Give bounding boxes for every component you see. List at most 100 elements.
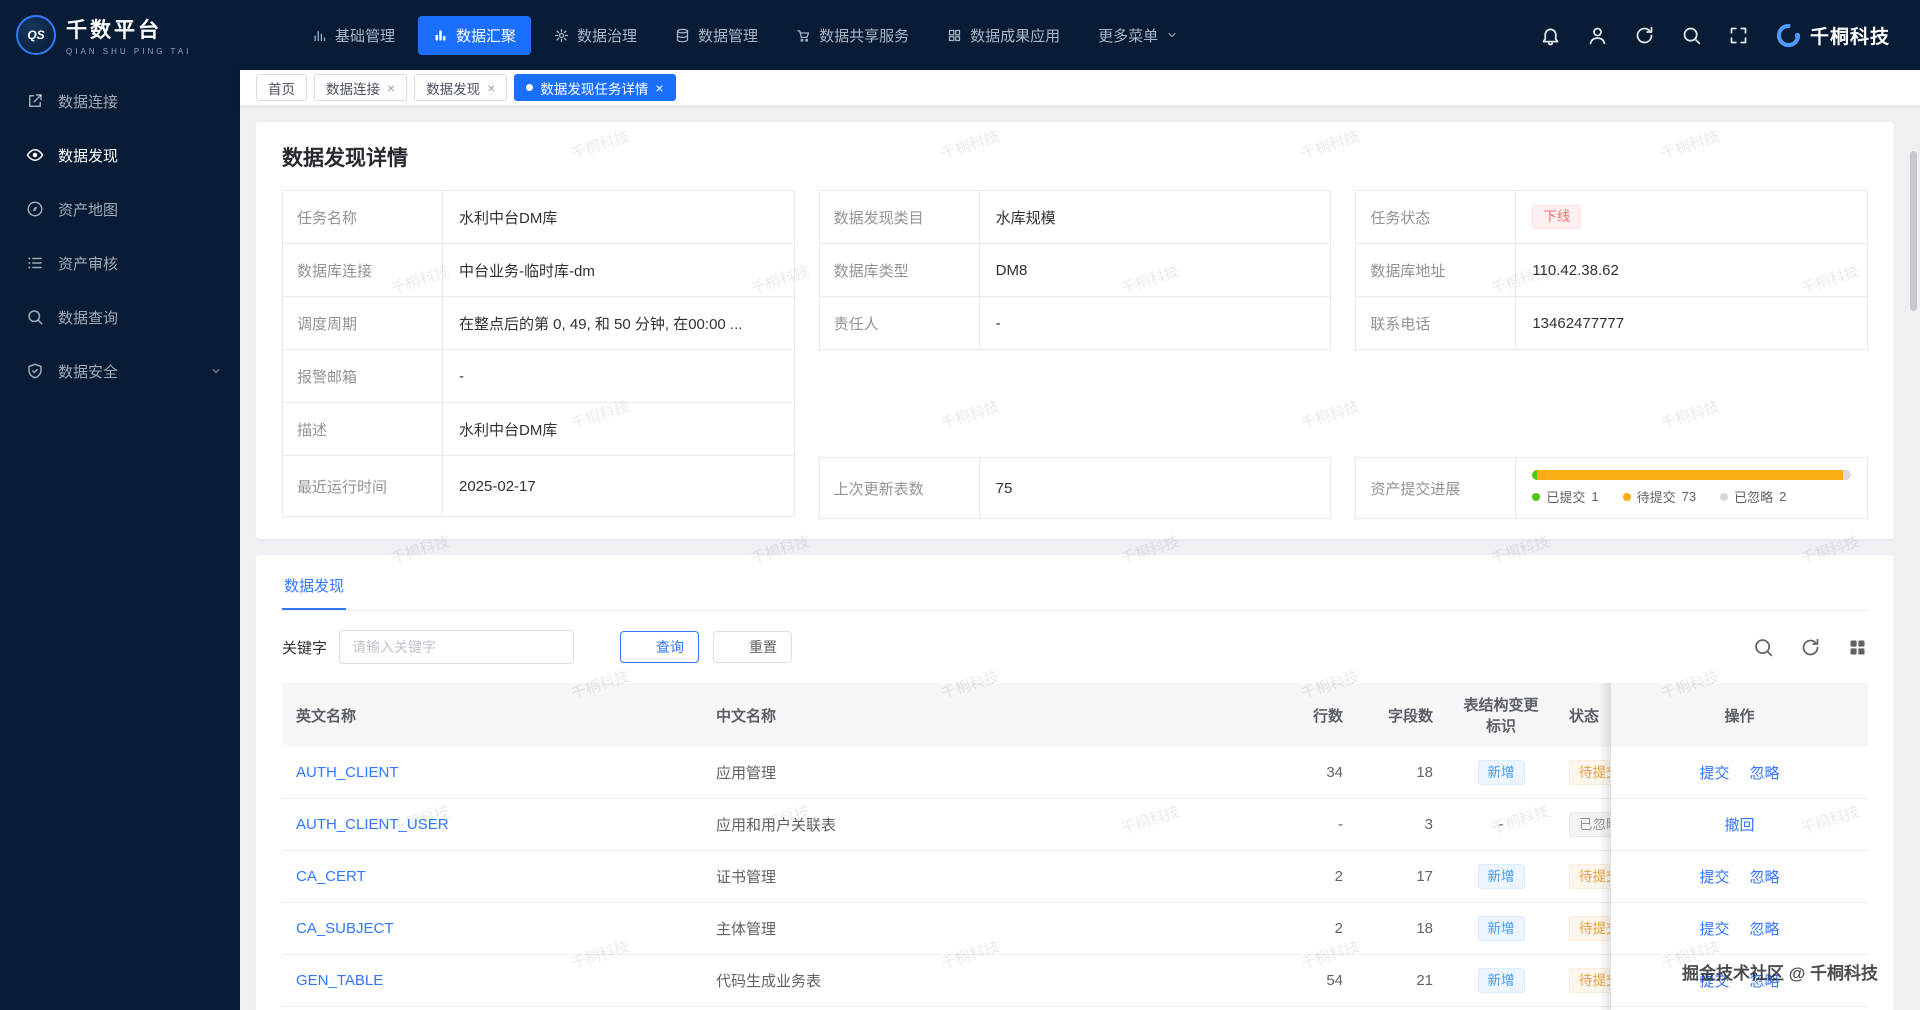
close-icon[interactable]: ×: [487, 81, 495, 95]
nav-item-0[interactable]: 基础管理: [297, 16, 410, 55]
nav-item-3[interactable]: 数据管理: [660, 16, 773, 55]
nav-item-label: 基础管理: [335, 25, 395, 46]
cart-icon: [796, 28, 811, 43]
action-link[interactable]: 提交: [1699, 869, 1729, 886]
search-circle-icon[interactable]: [1753, 637, 1774, 658]
action-link[interactable]: 提交: [1699, 765, 1729, 782]
field-value: 水库规模: [996, 207, 1056, 228]
nav-item-1[interactable]: 数据汇聚: [418, 16, 531, 55]
change-tag: 新增: [1478, 968, 1525, 993]
discovery-details-card: 数据发现详情 任务名称水利中台DM库数据库连接中台业务-临时库-dm调度周期在整…: [256, 122, 1894, 539]
field-label: 责任人: [820, 297, 980, 349]
field-label: 调度周期: [283, 297, 443, 349]
app-logo: QS 千数平台 QIAN SHU PING TAI: [0, 0, 240, 70]
change-cell: 新增: [1447, 968, 1555, 993]
page-title: 数据发现详情: [282, 142, 1868, 172]
query-button[interactable]: 查询: [620, 631, 699, 663]
open-tab-2[interactable]: 数据发现 ×: [414, 74, 507, 101]
field-value: 在整点后的第 0, 49, 和 50 分钟, 在00:00 ...: [459, 313, 742, 334]
refresh-icon[interactable]: [1800, 637, 1821, 658]
collapse-sidebar-icon[interactable]: [260, 25, 281, 46]
row-count-cell: 54: [1247, 972, 1357, 989]
field-value: -: [459, 368, 464, 385]
nav-item-5[interactable]: 数据成果应用: [932, 16, 1075, 55]
table-name-link[interactable]: AUTH_CLIENT_USER: [296, 816, 449, 833]
detail-field: 任务状态下线: [1355, 190, 1868, 244]
legend-item: 已忽略2: [1720, 487, 1786, 506]
close-icon[interactable]: ×: [655, 81, 663, 95]
app-title: 千数平台: [66, 14, 191, 44]
open-tab-1[interactable]: 数据连接 ×: [314, 74, 407, 101]
detail-field: 描述水利中台DM库: [282, 402, 795, 456]
change-cell: -: [1447, 816, 1555, 833]
action-link[interactable]: 撤回: [1724, 817, 1754, 834]
col-header-status: 状态: [1555, 705, 1611, 726]
sidebar-item-label: 资产地图: [58, 199, 118, 220]
field-count-cell: 17: [1357, 868, 1447, 885]
action-link[interactable]: 忽略: [1750, 973, 1780, 990]
field-count-cell: 21: [1357, 972, 1447, 989]
table-name-link[interactable]: CA_CERT: [296, 868, 366, 885]
table-row-3: CA_SUBJECT主体管理218新增待提交提交忽略: [282, 903, 1868, 955]
cn-name-cell: 代码生成业务表: [702, 970, 1247, 991]
tab-data-discovery[interactable]: 数据发现: [282, 575, 346, 610]
sidebar-item-5[interactable]: 数据安全: [0, 344, 240, 398]
keyword-input[interactable]: [339, 630, 574, 664]
grid-view-icon[interactable]: [1847, 637, 1868, 658]
table-name-link[interactable]: GEN_TABLE: [296, 972, 383, 989]
table-name-link[interactable]: CA_SUBJECT: [296, 920, 394, 937]
cn-name-cell: 证书管理: [702, 866, 1247, 887]
shield-icon: [26, 362, 44, 380]
col-header-cn: 中文名称: [702, 705, 1247, 726]
table-row-1: AUTH_CLIENT_USER应用和用户关联表-3-已忽略撤回: [282, 799, 1868, 851]
change-tag: 新增: [1478, 916, 1525, 941]
bell-icon[interactable]: [1540, 25, 1561, 46]
action-link[interactable]: 忽略: [1750, 869, 1780, 886]
sidebar-item-2[interactable]: 资产地图: [0, 182, 240, 236]
nav-item-label: 数据汇聚: [456, 25, 516, 46]
action-link[interactable]: 忽略: [1750, 921, 1780, 938]
action-link[interactable]: 忽略: [1750, 765, 1780, 782]
col-header-en: 英文名称: [282, 705, 702, 726]
action-cell: 提交 忽略: [1611, 866, 1868, 887]
row-count-cell: 34: [1247, 764, 1357, 781]
sidebar-item-3[interactable]: 资产审核: [0, 236, 240, 290]
table-body: AUTH_CLIENT应用管理3418新增待提交提交忽略AUTH_CLIENT_…: [282, 747, 1868, 1007]
top-nav-actions: 千桐科技: [1540, 22, 1920, 49]
nav-item-4[interactable]: 数据共享服务: [781, 16, 924, 55]
field-label: 数据发现类目: [820, 191, 980, 243]
tab-label: 数据连接: [326, 78, 380, 98]
nav-item-2[interactable]: 数据治理: [539, 16, 652, 55]
reset-button[interactable]: 重置: [713, 631, 792, 663]
search-icon[interactable]: [1681, 25, 1702, 46]
status-tag: 待提交: [1569, 916, 1611, 941]
open-tab-3[interactable]: 数据发现任务详情×: [514, 74, 675, 101]
top-navbar: 基础管理 数据汇聚 数据治理 数据管理 数据共享服务 数据成果应用更多菜单 千桐科技: [240, 0, 1920, 70]
field-label: 资产提交进展: [1356, 458, 1516, 518]
nav-item-6[interactable]: 更多菜单: [1083, 16, 1193, 55]
sidebar-item-4[interactable]: 数据查询: [0, 290, 240, 344]
nav-item-label: 数据共享服务: [819, 25, 909, 46]
fullscreen-icon[interactable]: [1728, 25, 1749, 46]
action-cell: 提交 忽略: [1611, 918, 1868, 939]
sidebar-item-1[interactable]: 数据发现: [0, 128, 240, 182]
col-header-action: 操作: [1611, 705, 1868, 726]
open-tab-0[interactable]: 首页: [256, 74, 307, 101]
tab-label: 数据发现: [426, 78, 480, 98]
vertical-scrollbar-thumb[interactable]: [1910, 151, 1917, 311]
action-link[interactable]: 提交: [1699, 921, 1729, 938]
user-icon[interactable]: [1587, 25, 1608, 46]
status-tag: 待提交: [1569, 968, 1611, 993]
nav-item-label: 数据管理: [698, 25, 758, 46]
sync-icon[interactable]: [1634, 25, 1655, 46]
main-column: 基础管理 数据汇聚 数据治理 数据管理 数据共享服务 数据成果应用更多菜单 千桐科技 首页…: [240, 0, 1920, 1010]
table-name-link[interactable]: AUTH_CLIENT: [296, 764, 399, 781]
close-icon[interactable]: ×: [387, 81, 395, 95]
app-grid-icon: [947, 28, 962, 43]
sidebar-item-0[interactable]: 数据连接: [0, 74, 240, 128]
action-link[interactable]: 提交: [1699, 973, 1729, 990]
field-value: 中台业务-临时库-dm: [459, 260, 595, 281]
chevron-down-icon: [210, 365, 222, 377]
status-cell: 待提交: [1555, 864, 1611, 889]
eye-icon: [26, 146, 44, 164]
